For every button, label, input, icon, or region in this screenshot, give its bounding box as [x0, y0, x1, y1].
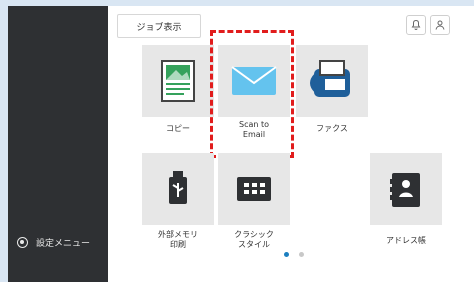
- settings-menu-label: 設定メニュー: [36, 239, 91, 249]
- address-book-icon: [390, 173, 420, 207]
- copy-tile[interactable]: [142, 45, 214, 117]
- copy-icon: [161, 60, 195, 102]
- settings-menu-button[interactable]: 設定メニュー: [17, 236, 90, 249]
- job-display-button[interactable]: ジョブ表示: [117, 14, 201, 38]
- copy-label: コピー: [166, 124, 190, 133]
- device-screen: 設定メニュー ジョブ表示 コピー Scan to Email ファクス 外部メモ…: [8, 6, 474, 282]
- address-book-tile[interactable]: [370, 153, 442, 225]
- page-indicator[interactable]: [299, 252, 304, 257]
- classic-style-label: クラシック スタイル: [234, 230, 274, 249]
- user-icon[interactable]: [430, 15, 450, 35]
- bell-icon[interactable]: [406, 15, 426, 35]
- fax-tile[interactable]: [296, 45, 368, 117]
- usb-print-label: 外部メモリ 印刷: [158, 230, 198, 249]
- usb-icon: [169, 171, 187, 204]
- fax-label: ファクス: [316, 124, 348, 133]
- highlight-box: [210, 30, 294, 158]
- address-book-label: アドレス帳: [386, 236, 426, 245]
- usb-print-tile[interactable]: [142, 153, 214, 225]
- keyboard-icon: [237, 177, 271, 201]
- page-indicator-active[interactable]: [284, 252, 289, 257]
- classic-style-tile[interactable]: [218, 153, 290, 225]
- sidebar: 設定メニュー: [8, 6, 108, 282]
- fax-icon: [310, 60, 350, 97]
- gear-icon: [17, 237, 28, 248]
